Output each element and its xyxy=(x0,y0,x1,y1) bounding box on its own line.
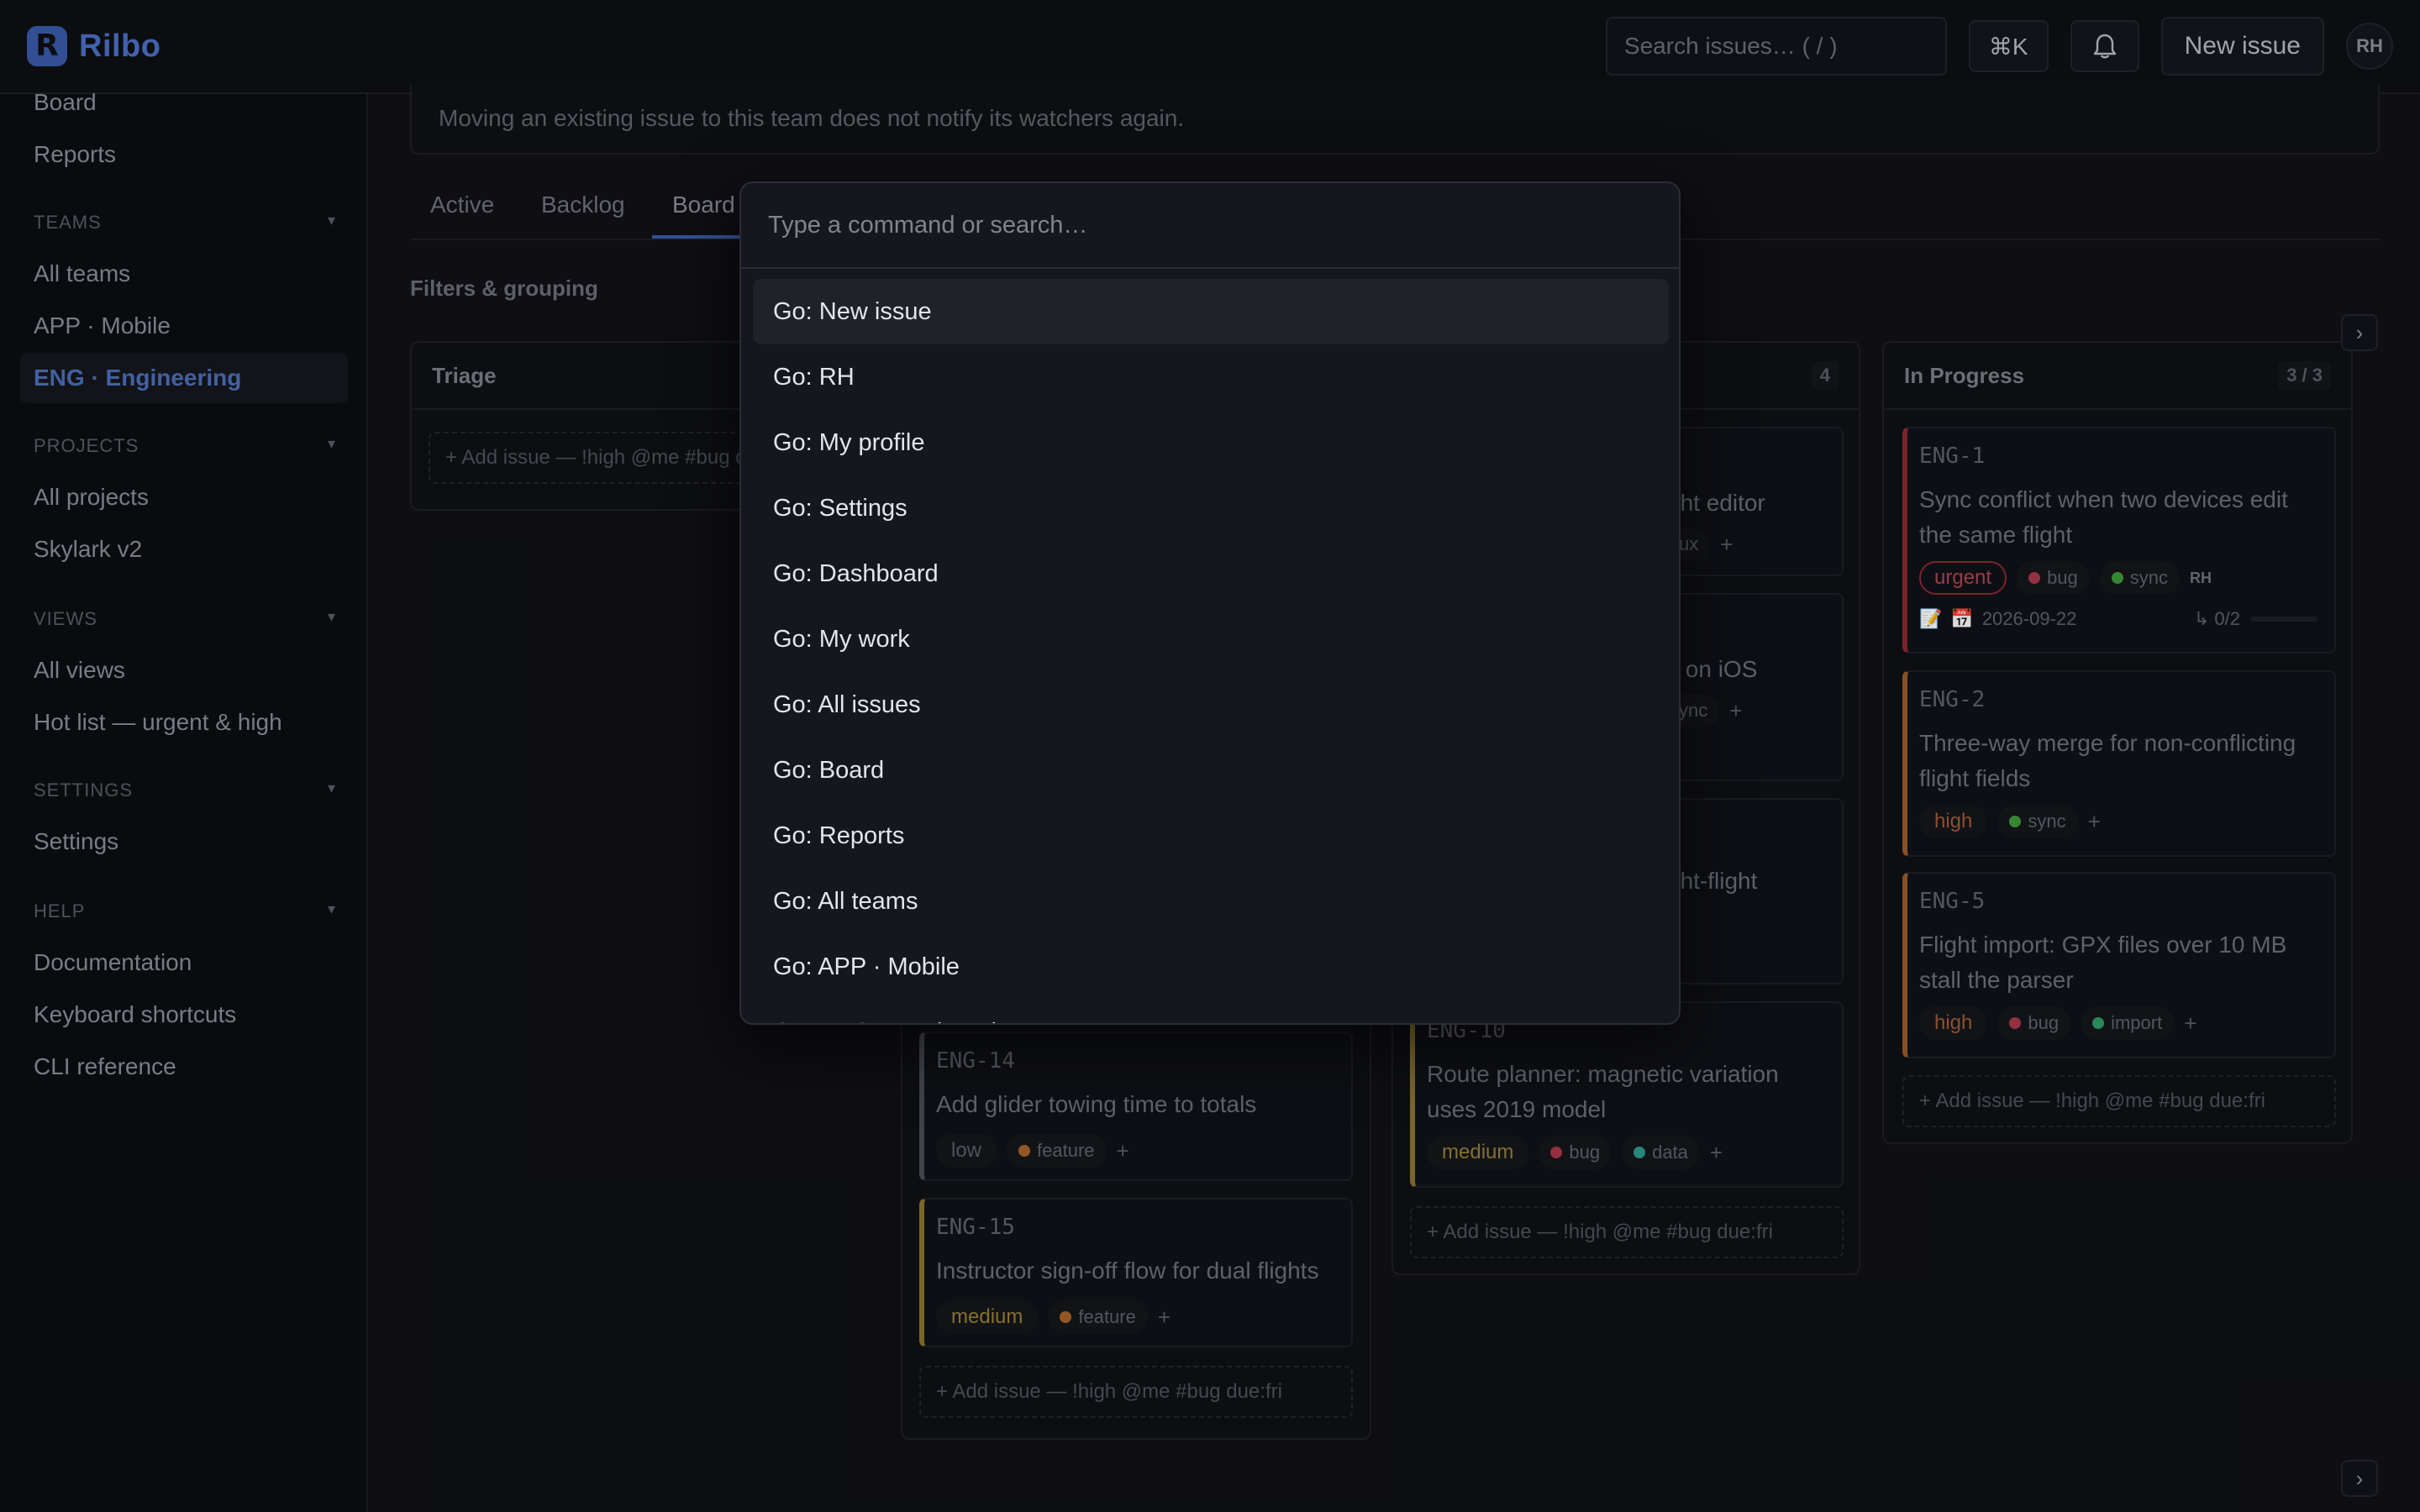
command-item-rh[interactable]: Go: RH xyxy=(753,344,1669,410)
command-search-placeholder: Type a command or search… xyxy=(768,211,1088,239)
command-item-app-mobile[interactable]: Go: APP · Mobile xyxy=(753,934,1669,1000)
command-item-eng-engineering[interactable]: Go: ENG · Engineering xyxy=(753,1000,1669,1024)
command-item-board[interactable]: Go: Board xyxy=(753,738,1669,803)
command-list: Go: New issue Go: RH Go: My profile Go: … xyxy=(753,279,1669,1024)
command-item-settings[interactable]: Go: Settings xyxy=(753,475,1669,541)
command-item-reports[interactable]: Go: Reports xyxy=(753,803,1669,869)
command-item-all-issues[interactable]: Go: All issues xyxy=(753,672,1669,738)
command-item-all-teams[interactable]: Go: All teams xyxy=(753,869,1669,934)
command-item-new-issue[interactable]: Go: New issue xyxy=(753,279,1669,344)
command-item-my-profile[interactable]: Go: My profile xyxy=(753,410,1669,475)
command-palette: Type a command or search… Go: New issue … xyxy=(739,181,1681,1025)
command-item-my-work[interactable]: Go: My work xyxy=(753,606,1669,672)
command-search-input[interactable]: Type a command or search… xyxy=(741,183,1679,269)
command-item-dashboard[interactable]: Go: Dashboard xyxy=(753,541,1669,606)
